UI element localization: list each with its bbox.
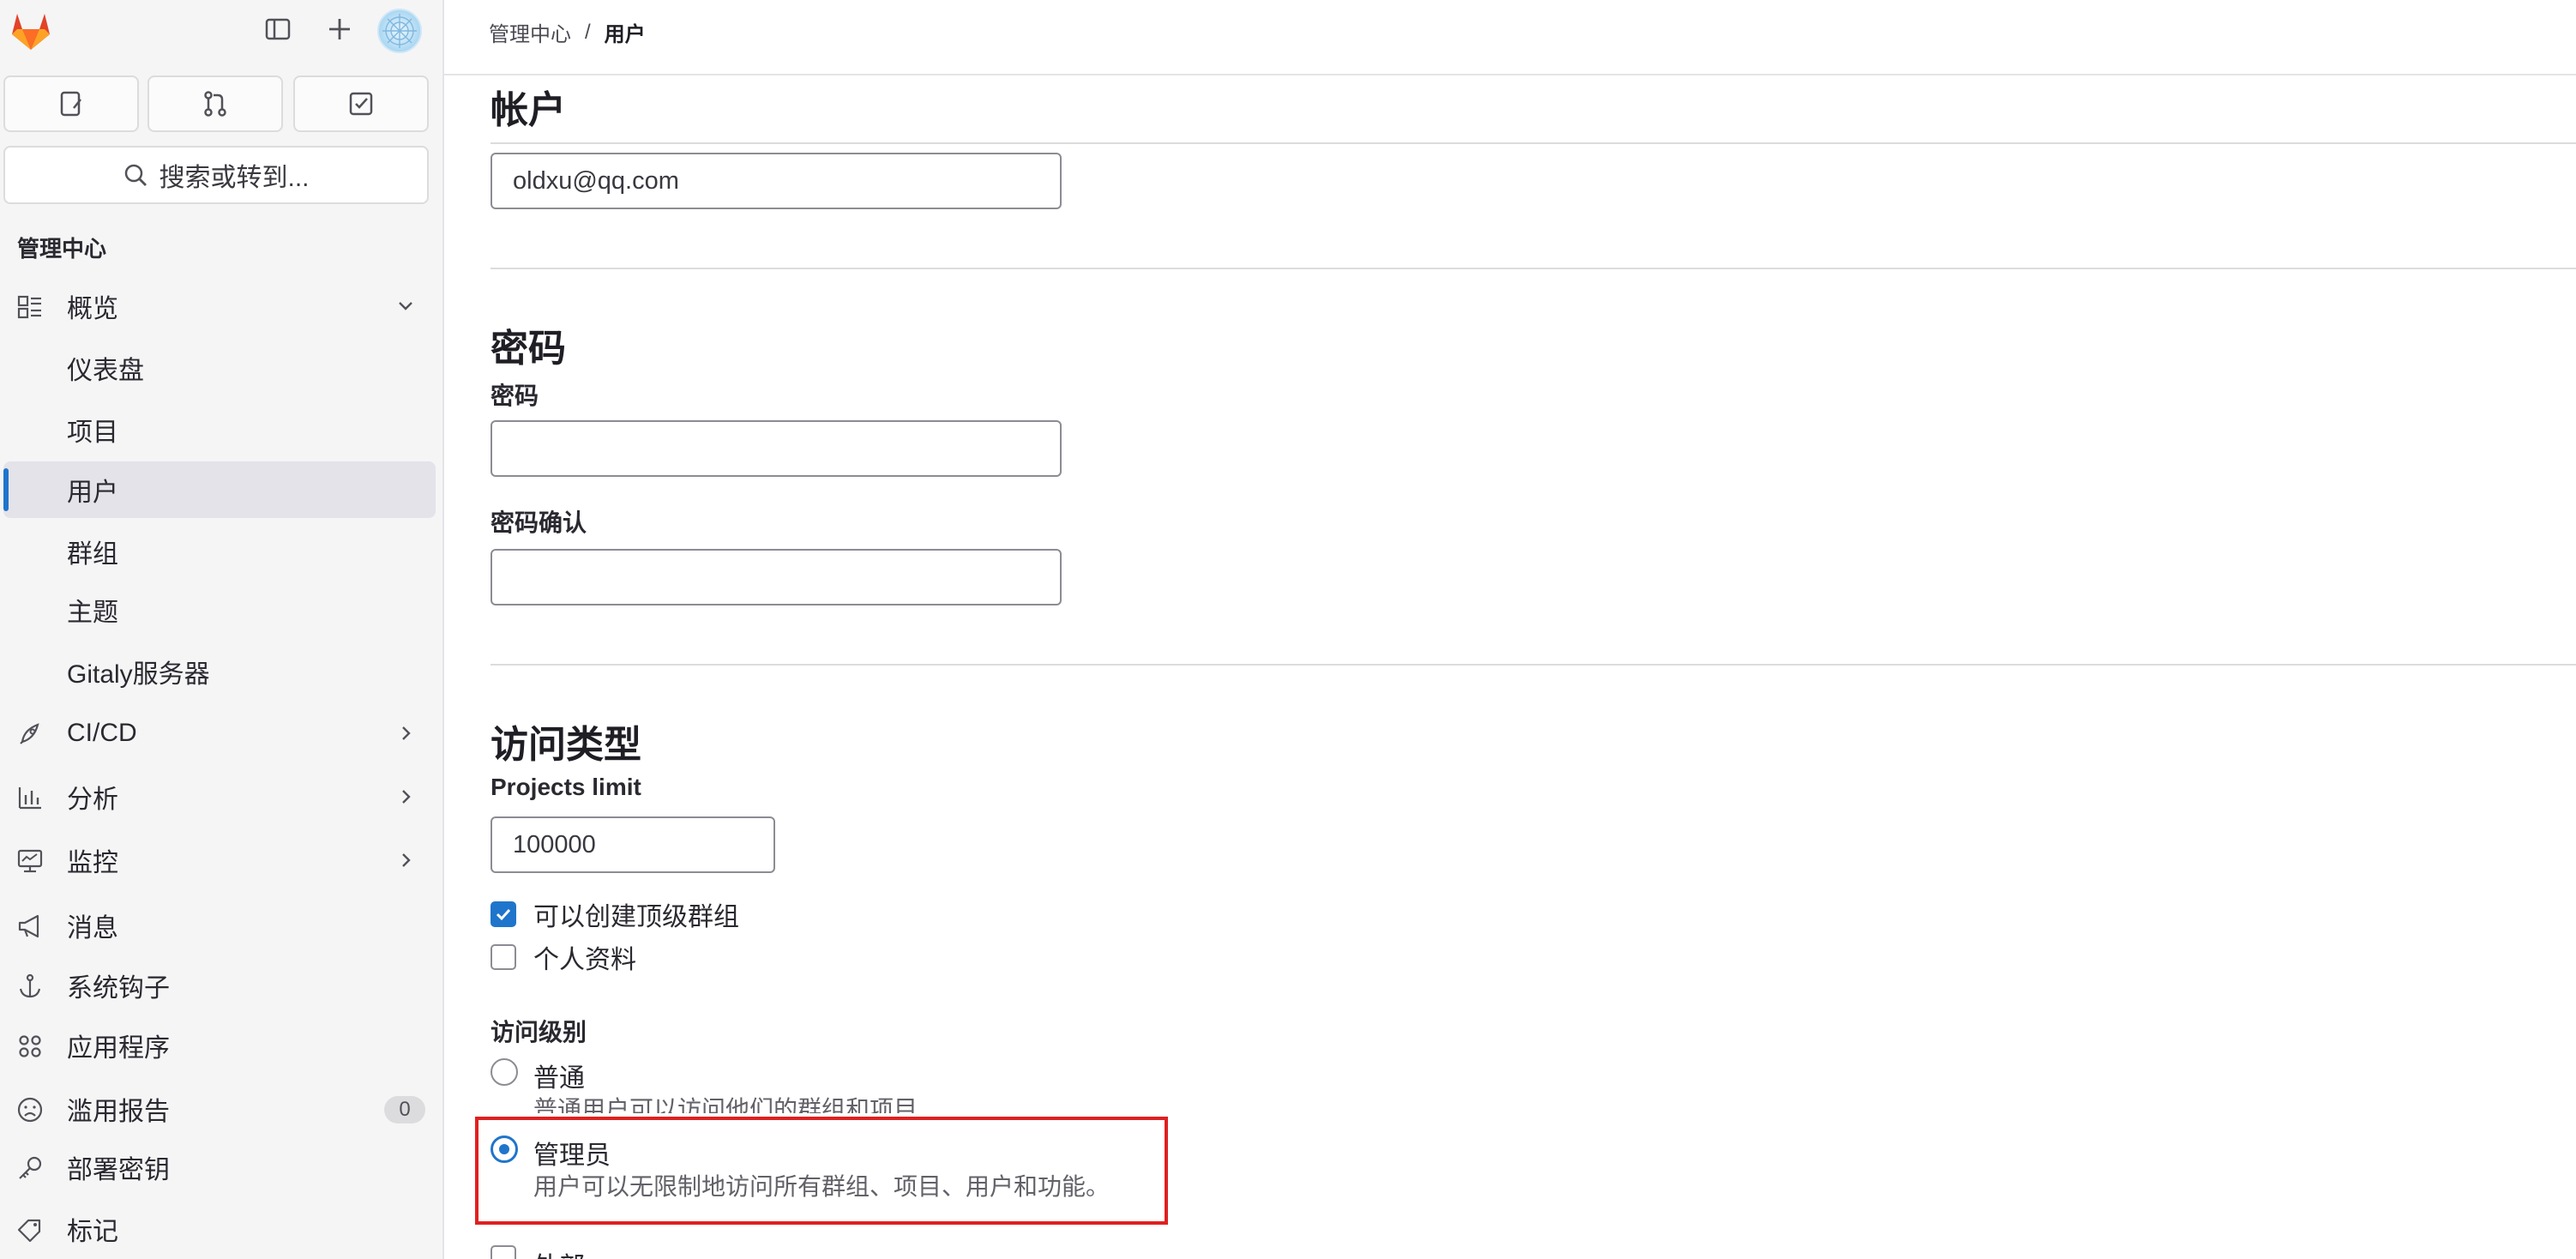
regular-title: 普通	[533, 1064, 585, 1093]
sidebar-item-applications[interactable]: 应用程序	[3, 1017, 436, 1074]
external-label: 外部	[533, 1245, 585, 1259]
external-row[interactable]: 外部	[491, 1245, 585, 1259]
anchor-icon	[19, 973, 41, 998]
sidebar-item-topics[interactable]: 主题	[3, 581, 436, 638]
can-create-group-label: 可以创建顶级群组	[533, 903, 739, 931]
email-field[interactable]: oldxu@qq.com	[491, 153, 1062, 209]
access-level-regular[interactable]: 普通 普通用户可以访问他们的群组和项目	[491, 1057, 1091, 1117]
rocket-icon	[20, 723, 39, 744]
divider	[491, 142, 2576, 144]
toggle-sidebar-icon[interactable]	[261, 12, 295, 46]
sidebar-item-cicd[interactable]: CI/CD	[3, 705, 436, 762]
sidebar-item-gitaly[interactable]: Gitaly服务器	[3, 643, 436, 700]
applications-icon	[19, 1035, 41, 1057]
merge-requests-shortcut-button[interactable]	[147, 75, 283, 132]
external-checkbox[interactable]	[491, 1245, 516, 1259]
sidebar-item-monitoring[interactable]: 监控	[3, 832, 436, 889]
breadcrumb: 管理中心 / 用户	[489, 17, 646, 47]
sidebar-item-projects[interactable]: 项目	[3, 401, 436, 458]
password-confirm-field[interactable]	[491, 549, 1062, 605]
sidebar-item-dashboard[interactable]: 仪表盘	[3, 340, 436, 396]
chevron-right-icon	[402, 726, 411, 740]
avatar[interactable]	[377, 9, 422, 53]
access-level-label: 访问级别	[491, 1019, 587, 1045]
private-profile-label: 个人资料	[533, 946, 636, 974]
sidebar-item-analytics[interactable]: 分析	[3, 768, 436, 825]
sidebar-item-users[interactable]: 用户	[3, 461, 436, 518]
breadcrumb-separator: /	[585, 20, 591, 44]
sidebar-item-label: 用户	[67, 479, 118, 507]
sad-face-icon	[17, 1097, 43, 1123]
sidebar-item-label: 滥用报告	[67, 1098, 170, 1126]
can-create-group-checkbox[interactable]	[491, 901, 516, 927]
can-create-group-row[interactable]: 可以创建顶级群组	[491, 897, 739, 931]
sidebar-item-label: 监控	[67, 849, 118, 877]
password-confirm-label: 密码确认	[491, 509, 587, 536]
sidebar: 搜索或转到... 管理中心 概览 仪表盘 项目 用户 群组 主题 Gitaly服…	[0, 0, 444, 1259]
sidebar-item-label: CI/CD	[67, 719, 137, 747]
sidebar-item-label: 标记	[67, 1218, 118, 1246]
sidebar-item-label: 分析	[67, 786, 118, 814]
count-badge: 0	[384, 1096, 425, 1123]
sidebar-item-label: 仪表盘	[67, 357, 144, 385]
sidebar-item-label: 部署密钥	[67, 1156, 170, 1184]
monitor-icon	[17, 849, 43, 873]
plus-icon[interactable]	[322, 12, 357, 46]
search-button[interactable]: 搜索或转到...	[3, 146, 429, 204]
section-title: 管理中心	[17, 236, 107, 262]
breadcrumb-parent[interactable]: 管理中心	[489, 17, 571, 47]
topbar-divider	[444, 74, 2576, 75]
sidebar-item-abuse-reports[interactable]: 滥用报告 0	[3, 1081, 436, 1137]
chevron-down-icon	[399, 302, 412, 310]
sidebar-item-groups[interactable]: 群组	[3, 523, 436, 580]
divider	[491, 268, 2576, 269]
private-profile-row[interactable]: 个人资料	[491, 940, 636, 974]
sidebar-item-label: 群组	[67, 540, 118, 569]
search-icon	[125, 164, 147, 186]
todo-icon	[349, 92, 373, 116]
key-icon	[19, 1156, 42, 1179]
password-heading: 密码	[491, 328, 566, 370]
issues-shortcut-button[interactable]	[3, 75, 139, 132]
check-icon	[496, 908, 511, 921]
sidebar-item-label: 应用程序	[67, 1034, 170, 1063]
sidebar-item-overview[interactable]: 概览	[3, 278, 436, 334]
sidebar-item-system-hooks[interactable]: 系统钩子	[3, 957, 436, 1014]
megaphone-icon	[18, 914, 39, 938]
sidebar-item-label: 概览	[67, 295, 118, 323]
access-heading: 访问类型	[491, 724, 641, 766]
account-heading: 帐户	[491, 89, 566, 131]
todos-shortcut-button[interactable]	[293, 75, 429, 132]
divider	[491, 664, 2576, 666]
projects-limit-label: Projects limit	[491, 774, 641, 800]
regular-radio[interactable]	[491, 1058, 518, 1086]
sidebar-item-labels[interactable]: 标记	[3, 1201, 436, 1257]
password-field[interactable]	[491, 420, 1062, 477]
password-label: 密码	[491, 383, 539, 409]
annotation-highlight-box	[475, 1117, 1168, 1225]
sidebar-item-label: Gitaly服务器	[67, 660, 210, 689]
sidebar-item-label: 项目	[67, 419, 118, 447]
gitlab-logo-icon[interactable]	[7, 7, 55, 55]
sidebar-item-label: 主题	[67, 599, 118, 627]
breadcrumb-current[interactable]: 用户	[605, 17, 646, 47]
sidebar-item-messages[interactable]: 消息	[3, 897, 436, 954]
projects-limit-field[interactable]: 100000	[491, 816, 775, 873]
sidebar-item-label: 消息	[67, 914, 118, 943]
label-icon	[17, 1219, 41, 1243]
chart-icon	[18, 787, 41, 810]
chevron-right-icon	[402, 790, 411, 804]
merge-request-icon	[204, 91, 226, 117]
private-profile-checkbox[interactable]	[491, 944, 516, 970]
chevron-right-icon	[402, 853, 411, 867]
overview-icon	[17, 295, 41, 319]
sidebar-item-label: 系统钩子	[67, 974, 170, 1003]
search-label: 搜索或转到...	[159, 164, 310, 192]
sidebar-item-deploy-keys[interactable]: 部署密钥	[3, 1139, 436, 1196]
issues-icon	[60, 91, 81, 117]
regular-description: 普通用户可以访问他们的群组和项目	[533, 1096, 918, 1113]
